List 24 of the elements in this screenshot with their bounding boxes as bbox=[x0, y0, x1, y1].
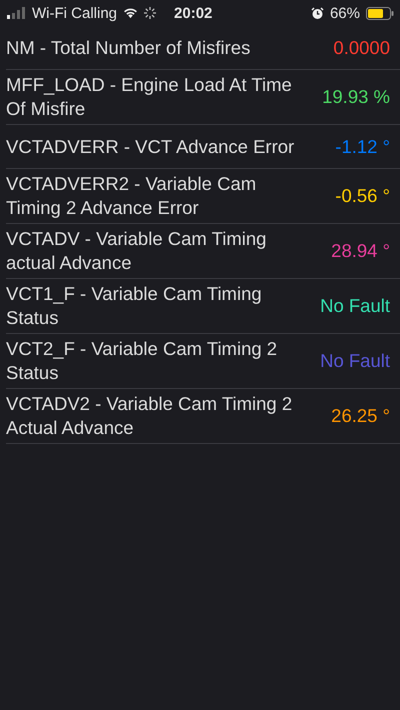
parameter-name: VCTADVERR - VCT Advance Error bbox=[6, 134, 294, 158]
parameter-value: No Fault bbox=[320, 295, 390, 317]
parameter-name: VCT2_F - Variable Cam Timing 2 Status bbox=[6, 337, 278, 385]
battery-percent: 66% bbox=[330, 4, 360, 22]
loading-spinner-icon bbox=[144, 7, 156, 19]
wifi-icon bbox=[123, 8, 138, 18]
parameter-name: VCT1_F - Variable Cam Timing Status bbox=[6, 282, 263, 330]
parameter-value: -1.12 ° bbox=[335, 136, 390, 158]
alarm-clock-icon bbox=[310, 6, 324, 20]
parameter-value: No Fault bbox=[320, 350, 390, 372]
battery-icon bbox=[366, 6, 394, 20]
parameter-value: 19.93 % bbox=[322, 86, 390, 108]
parameter-value: 26.25 ° bbox=[331, 405, 390, 427]
parameter-value: 28.94 ° bbox=[331, 240, 390, 262]
clock-time: 20:02 bbox=[174, 4, 212, 22]
parameter-value: 0.0000 bbox=[333, 36, 390, 58]
parameter-name: MFF_LOAD - Engine Load At Time Of Misfire bbox=[6, 73, 293, 121]
parameter-value: -0.56 ° bbox=[335, 185, 390, 207]
parameter-name: VCTADV2 - Variable Cam Timing 2 Actual Advance bbox=[6, 392, 294, 440]
parameter-name: VCTADVERR2 - Variable Cam Timing 2 Advance Error bbox=[6, 172, 258, 220]
parameter-name: VCTADV - Variable Cam Timing actual Advance bbox=[6, 227, 268, 275]
signal-icon bbox=[6, 7, 26, 19]
carrier-label: Wi-Fi Calling bbox=[32, 4, 118, 22]
parameter-name: NM - Total Number of Misfires bbox=[6, 36, 250, 60]
